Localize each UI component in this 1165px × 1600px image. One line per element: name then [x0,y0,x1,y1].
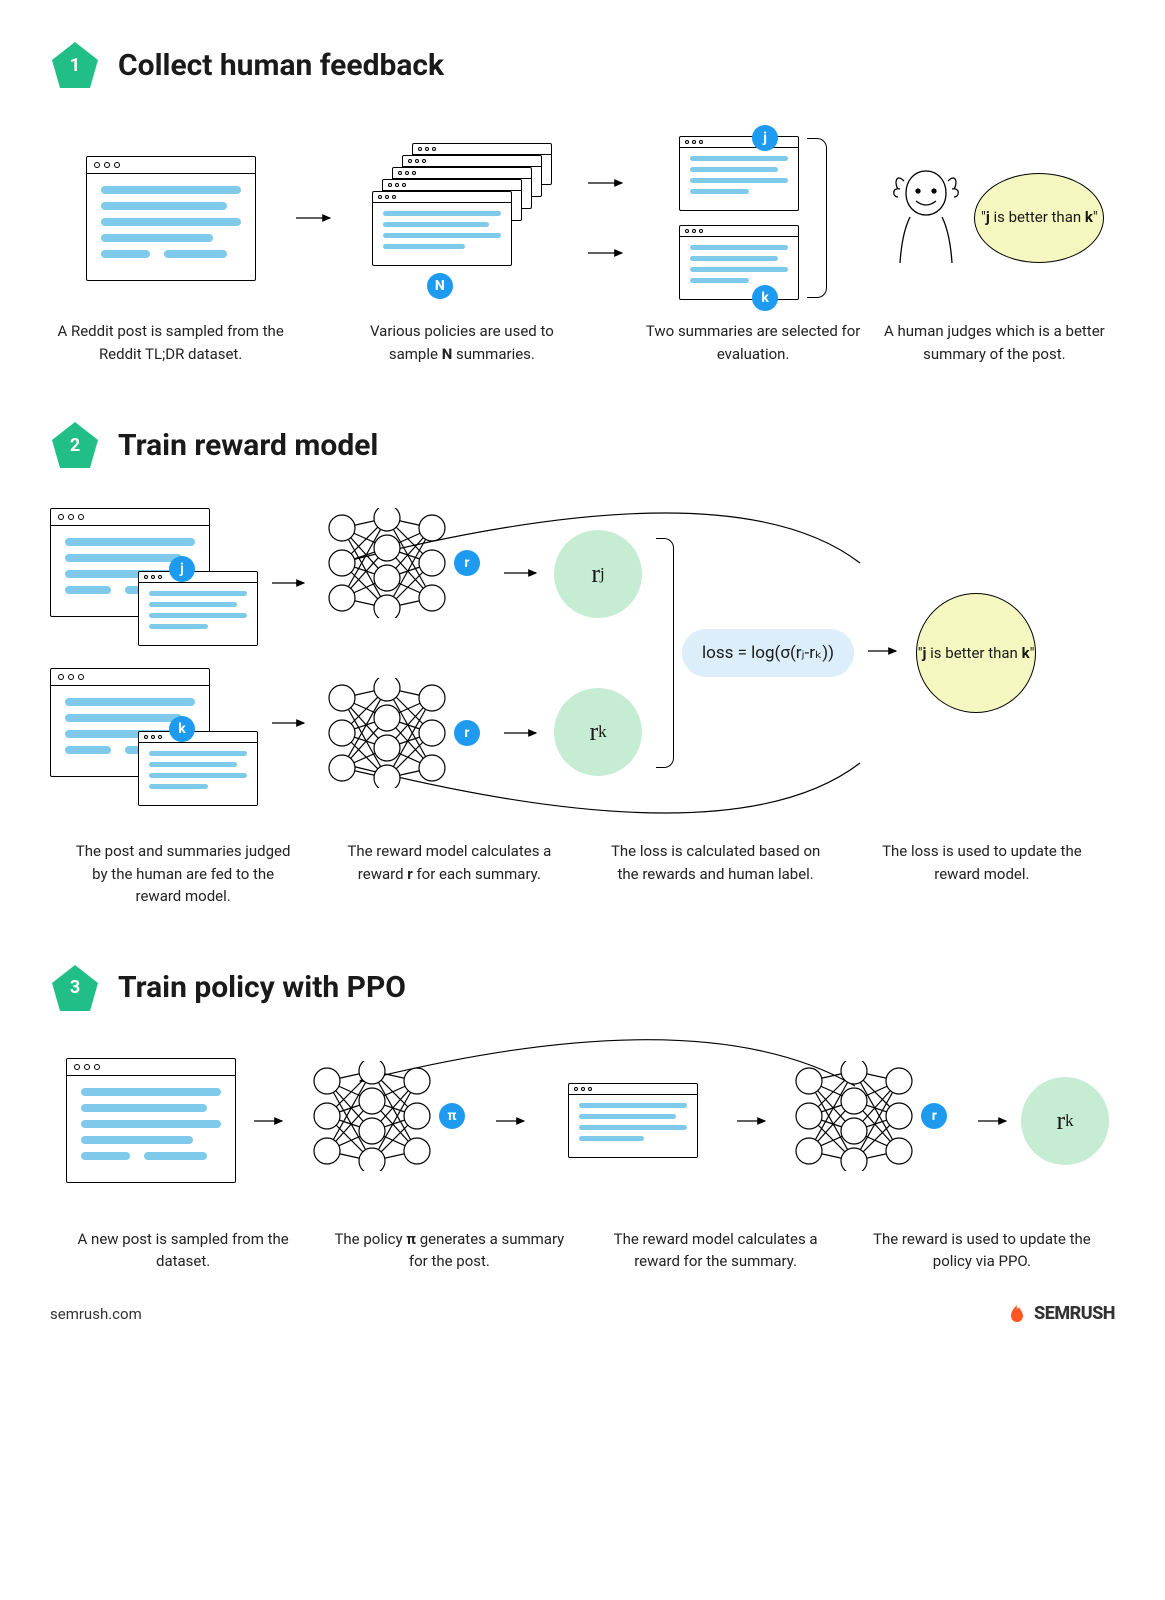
caption-3-4: The reward is used to update the policy … [867,1228,1097,1273]
section-1-header: 1 Collect human feedback [50,40,1115,90]
arrow-icon [291,128,341,308]
caption-2-3: The loss is calculated based on the rewa… [601,840,831,885]
badge-1: 1 [50,40,100,90]
arrow-icon [504,723,542,743]
section-3-title: Train policy with PPO [118,970,406,1005]
input-pair-k: k [50,668,250,798]
badge-pi: π [439,1103,465,1129]
caption-1-4: A human judges which is a better summary… [879,320,1109,365]
reward-model-k: r [322,678,492,798]
section-1-row: A Reddit post is sampled from the Reddit… [50,128,1115,365]
summary-j: j [679,136,799,211]
section-2-title: Train reward model [118,428,378,463]
arrow-icon [493,1051,533,1191]
arrow-icon [583,128,633,308]
input-pair-j: j [50,508,250,638]
human-judge: "j is better than k" [884,133,1104,303]
badge-k: k [752,285,778,311]
reward-model-ppo: r [789,1061,959,1181]
reward-rk: rk [554,688,642,776]
new-post-window [66,1058,236,1183]
caption-3-1: A new post is sampled from the dataset. [68,1228,298,1273]
summary-k: k [679,225,799,300]
caption-1-1: A Reddit post is sampled from the Reddit… [56,320,286,365]
generated-summary [568,1083,698,1158]
arrow-icon [272,713,310,733]
policy-network: π [307,1061,477,1181]
badge-3: 3 [50,963,100,1013]
badge-N: N [427,273,453,299]
human-label: "j is better than k" [916,593,1036,713]
caption-2-1: The post and summaries judged by the hum… [68,840,298,908]
flame-icon [1006,1303,1028,1325]
reward-model-j: r [322,508,492,628]
summary-stack: N [372,143,552,293]
section-1: 1 Collect human feedback A Reddit post i… [50,40,1115,365]
arrow-icon [975,1051,1015,1191]
arrow-icon [868,641,902,661]
caption-2-2: The reward model calculates a reward r f… [334,840,564,885]
arrow-icon [251,1051,291,1191]
caption-2-4: The loss is used to update the reward mo… [867,840,1097,885]
person-icon [884,163,969,273]
footer-url: semrush.com [50,1305,142,1323]
reward-rj: rj [554,530,642,618]
arrow-icon [734,1051,774,1191]
arrow-icon [272,573,310,593]
caption-3-3: The reward model calculates a reward for… [601,1228,831,1273]
caption-1-3: Two summaries are selected for evaluatio… [638,320,868,365]
caption-1-2: Various policies are used to sample N su… [347,320,577,365]
section-3: 3 Train policy with PPO [50,963,1115,1273]
section-1-title: Collect human feedback [118,48,444,83]
brand-logo: SEMRUSH [1006,1303,1115,1325]
badge-1-num: 1 [70,55,80,76]
reward-output: rk [1021,1077,1109,1165]
badge-2: 2 [50,420,100,470]
speech-bubble: "j is better than k" [974,173,1104,263]
arrow-icon [504,563,542,583]
section-2: 2 Train reward model j [50,420,1115,908]
caption-3-2: The policy π generates a summary for the… [334,1228,564,1273]
reddit-post-window [86,156,256,281]
loss-formula: loss = log(σ(rⱼ-rₖ)) [682,629,854,677]
badge-j: j [752,125,778,151]
footer: semrush.com SEMRUSH [50,1303,1115,1325]
